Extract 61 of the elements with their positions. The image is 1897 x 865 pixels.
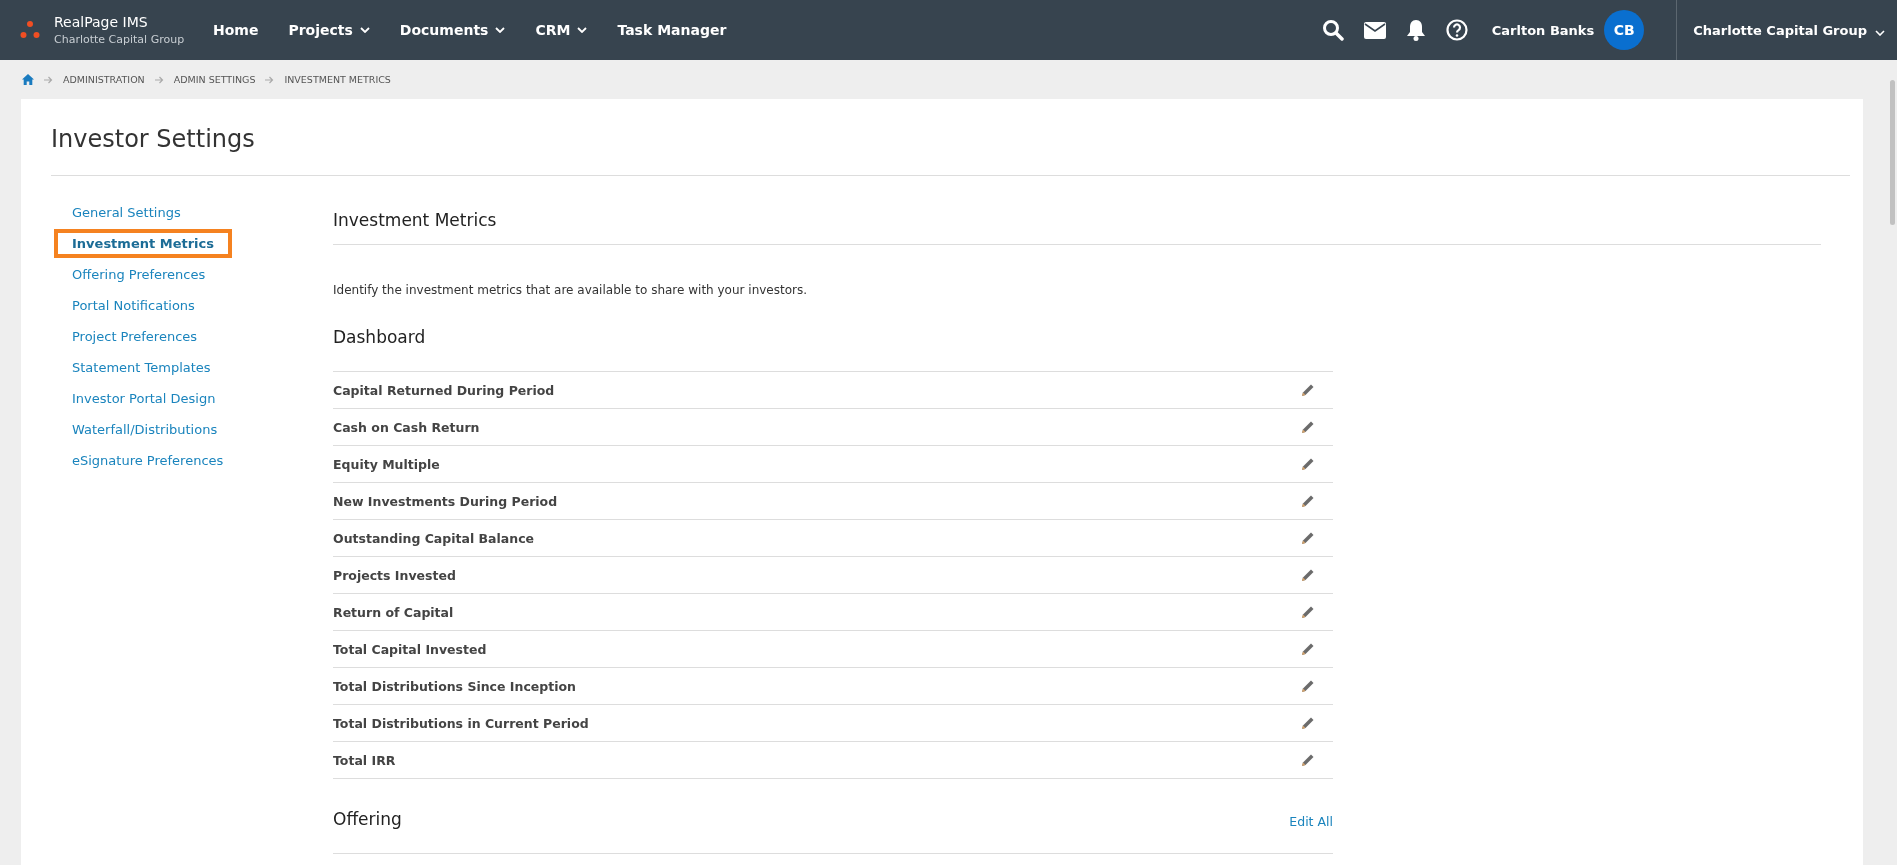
breadcrumb-link[interactable]: ADMIN SETTINGS	[173, 74, 256, 85]
bell-icon[interactable]	[1405, 19, 1426, 41]
metric-name: New Investments During Period	[333, 493, 558, 509]
home-icon[interactable]	[22, 74, 34, 85]
sidebar-link[interactable]: Project Preferences	[54, 322, 216, 351]
metric-name: Total Capital Invested	[333, 641, 487, 657]
app-name: RealPage IMS	[54, 14, 149, 30]
metric-name: Return of Capital	[333, 604, 454, 620]
user-avatar[interactable]: CB	[1604, 10, 1645, 50]
pencil-icon[interactable]	[1301, 605, 1315, 619]
sidebar-link[interactable]: Investor Portal Design	[54, 384, 234, 413]
sidebar-link[interactable]: Investment Metrics	[54, 229, 232, 258]
pencil-icon[interactable]	[1301, 531, 1315, 545]
metric-name: Equity Multiple	[333, 456, 440, 472]
metric-name: Total IRR	[333, 752, 396, 768]
scrollbar[interactable]	[1890, 80, 1895, 225]
search-icon[interactable]	[1321, 19, 1344, 41]
arrow-icon	[44, 75, 53, 84]
arrow-icon	[265, 75, 275, 84]
page-title: Investor Settings	[51, 99, 1850, 176]
sidebar-link[interactable]: Offering Preferences	[54, 260, 224, 289]
pencil-icon[interactable]	[1301, 568, 1315, 582]
metric-name: Outstanding Capital Balance	[333, 530, 535, 546]
metric-name: Cash on Cash Return	[333, 419, 480, 435]
nav-menu-item[interactable]: Projects	[288, 22, 370, 38]
pencil-icon[interactable]	[1301, 679, 1315, 693]
metric-name: Total Distributions in Current Period	[333, 715, 589, 731]
pencil-icon[interactable]	[1301, 457, 1315, 471]
pencil-icon[interactable]	[1301, 420, 1315, 434]
group-title: Offering	[333, 809, 402, 829]
edit-all-link[interactable]: Edit All	[1289, 814, 1333, 829]
pencil-icon[interactable]	[1301, 642, 1315, 656]
pencil-icon[interactable]	[1301, 753, 1315, 767]
sidebar-link[interactable]: Portal Notifications	[54, 291, 213, 320]
nav-menu-item[interactable]: Documents	[399, 22, 506, 38]
sidebar-link[interactable]: General Settings	[54, 198, 199, 227]
user-name[interactable]: Carlton Banks	[1491, 22, 1595, 38]
caret-icon	[1875, 30, 1885, 36]
nav-menu-item[interactable]: Task Manager	[617, 22, 727, 38]
sidebar-link[interactable]: Statement Templates	[54, 353, 229, 382]
breadcrumb-link[interactable]: INVESTMENT METRICS	[284, 74, 391, 85]
pencil-icon[interactable]	[1301, 383, 1315, 397]
group-title: Dashboard	[333, 327, 426, 347]
help-icon[interactable]	[1445, 19, 1468, 41]
arrow-icon	[154, 75, 164, 84]
sidebar-link[interactable]: eSignature Preferences	[54, 446, 242, 475]
description-text: Identify the investment metrics that are available to share with your investors.	[333, 283, 809, 297]
pencil-icon[interactable]	[1301, 716, 1315, 730]
mail-icon[interactable]	[1363, 21, 1386, 39]
metric-name: Projects Invested	[333, 567, 456, 583]
logo-icon	[20, 20, 40, 40]
sidebar-link[interactable]: Waterfall/Distributions	[54, 415, 236, 444]
metric-name: Total Distributions Since Inception	[333, 678, 576, 694]
pencil-icon[interactable]	[1301, 494, 1315, 508]
nav-menu-item[interactable]: CRM	[535, 22, 588, 38]
organization-name: Charlotte Capital Group	[54, 33, 185, 46]
breadcrumb-link[interactable]: ADMINISTRATION	[63, 74, 145, 85]
section-title: Investment Metrics	[333, 210, 1821, 245]
company-selector[interactable]: Charlotte Capital Group	[1676, 0, 1897, 60]
metric-name: Capital Returned During Period	[333, 382, 555, 398]
nav-menu-item[interactable]: Home	[213, 22, 259, 38]
